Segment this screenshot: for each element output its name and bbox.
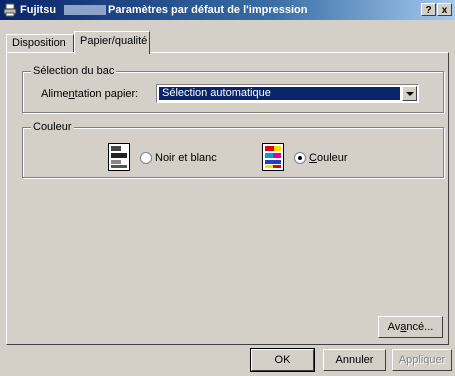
advanced-button[interactable]: Avancé... [378,316,443,338]
chevron-down-icon[interactable] [402,86,417,101]
ok-button[interactable]: OK [250,348,315,372]
color-group: Couleur [22,121,444,178]
black-white-icon [108,143,130,171]
redacted-model-name [64,5,106,15]
color-icon [262,143,284,171]
bw-radio[interactable] [140,152,152,164]
paper-source-value: Sélection automatique [159,87,400,100]
paper-source-label: Alimentation papier: [41,88,139,100]
tray-group-legend: Sélection du bac [31,65,117,77]
tab-disposition[interactable]: Disposition [6,34,74,52]
bw-option-label[interactable]: Noir et blanc [155,152,217,164]
color-option-label[interactable]: Couleur [309,152,348,164]
tab-papier-qualite[interactable]: Papier/qualité [74,31,150,54]
printer-icon [3,3,17,17]
apply-button[interactable]: Appliquer [392,349,452,371]
cancel-button[interactable]: Annuler [323,349,386,371]
color-group-legend: Couleur [31,121,74,133]
close-button[interactable]: x [437,3,452,16]
window-app-name: Fujitsu [20,4,57,16]
window-title: Paramètres par défaut de l'impression [108,4,308,16]
color-radio[interactable] [294,152,306,164]
paper-source-dropdown[interactable]: Sélection automatique [156,84,419,103]
help-button[interactable]: ? [421,3,436,16]
title-bar[interactable]: Fujitsu Paramètres par défaut de l'impre… [0,0,455,20]
